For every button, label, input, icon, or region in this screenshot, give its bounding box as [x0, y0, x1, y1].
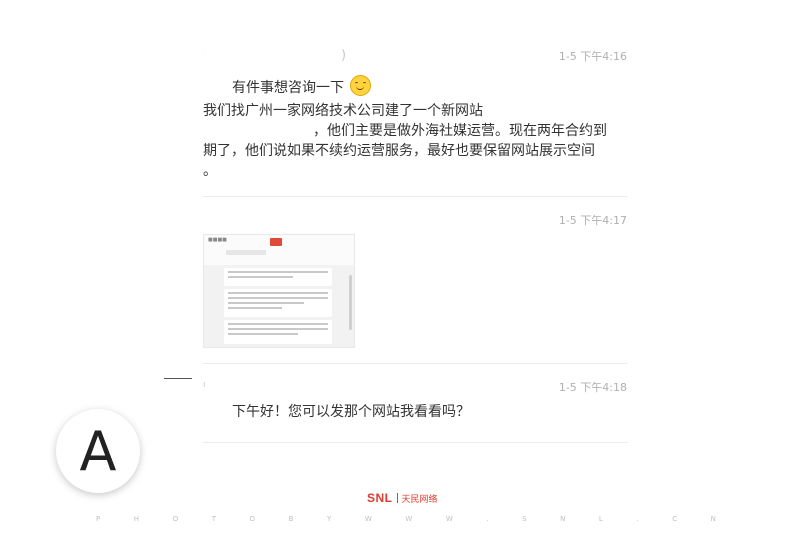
screenshot-button	[270, 238, 282, 246]
message-timestamp: 1-5 下午4:17	[558, 214, 627, 227]
watermark-char: O	[172, 515, 179, 523]
message-body[interactable]: 我们找广州一家网络技术公司建了一个新网站 ，他们主要是做外海社媒运营。现在两年合…	[203, 101, 628, 181]
watermark-char: T	[211, 515, 216, 523]
redacted-sender: .	[203, 48, 205, 53]
watermark-char: O	[249, 515, 256, 523]
watermark-char: W	[445, 515, 453, 523]
logo-brand: SNL	[367, 491, 393, 505]
message-reply[interactable]: 下午好！您可以发那个网站我看看吗？	[232, 402, 470, 422]
redacted-sender: ı	[203, 380, 206, 390]
watermark-char: .	[636, 515, 639, 523]
watermark-char: S	[522, 515, 527, 523]
screenshot-bubble	[224, 320, 332, 344]
watermark-char: W	[405, 515, 413, 523]
message-divider	[203, 442, 628, 443]
separator-line	[164, 378, 192, 379]
message-timestamp: 1-5 下午4:18	[558, 381, 627, 394]
message-divider	[203, 196, 628, 197]
screenshot-field	[226, 250, 266, 255]
screenshot-bubble	[224, 268, 332, 286]
watermark-char: H	[133, 515, 140, 523]
chat-log: . ) 1-5 下午4:16 有件事想咨询一下 我们找广州一家网络技术公司建了一…	[0, 0, 800, 533]
message-timestamp: 1-5 下午4:16	[558, 50, 627, 63]
smile-emoji-icon	[350, 75, 371, 96]
message-line: ，他们主要是做外海社媒运营。现在两年合约到	[313, 123, 607, 139]
message-greeting: 有件事想咨询一下	[232, 75, 371, 98]
avatar[interactable]: A	[56, 409, 140, 493]
screenshot-scrollbar	[349, 275, 352, 330]
watermark-char: L	[598, 515, 603, 523]
screenshot-bubble	[224, 289, 332, 317]
watermark: P H O T O B Y W W W . S N L . C N	[96, 515, 716, 523]
dots-icon: ■■■■	[208, 237, 227, 243]
screenshot-image[interactable]: ■■■■	[203, 234, 355, 348]
brand-logo: SNL 天民网络	[367, 490, 438, 506]
message-line: 。	[203, 163, 217, 179]
watermark-char: P	[96, 515, 101, 523]
message-fragment: )	[341, 48, 347, 63]
message-line: 期了，他们说如果不续约运营服务，最好也要保留网站展示空间	[203, 143, 595, 159]
watermark-char: N	[560, 515, 566, 523]
logo-cn: 天民网络	[401, 494, 438, 505]
logo-separator	[396, 493, 398, 503]
message-line: 我们找广州一家网络技术公司建了一个新网站	[203, 103, 483, 119]
watermark-char: B	[288, 515, 294, 523]
watermark-char: .	[486, 515, 489, 523]
watermark-char: Y	[327, 515, 332, 523]
message-divider	[203, 363, 628, 364]
screenshot-header: ■■■■	[204, 235, 354, 265]
avatar-letter: A	[79, 419, 117, 483]
watermark-char: N	[710, 515, 716, 523]
watermark-char: W	[364, 515, 372, 523]
watermark-char: C	[672, 515, 678, 523]
greeting-text: 有件事想咨询一下	[232, 80, 344, 96]
